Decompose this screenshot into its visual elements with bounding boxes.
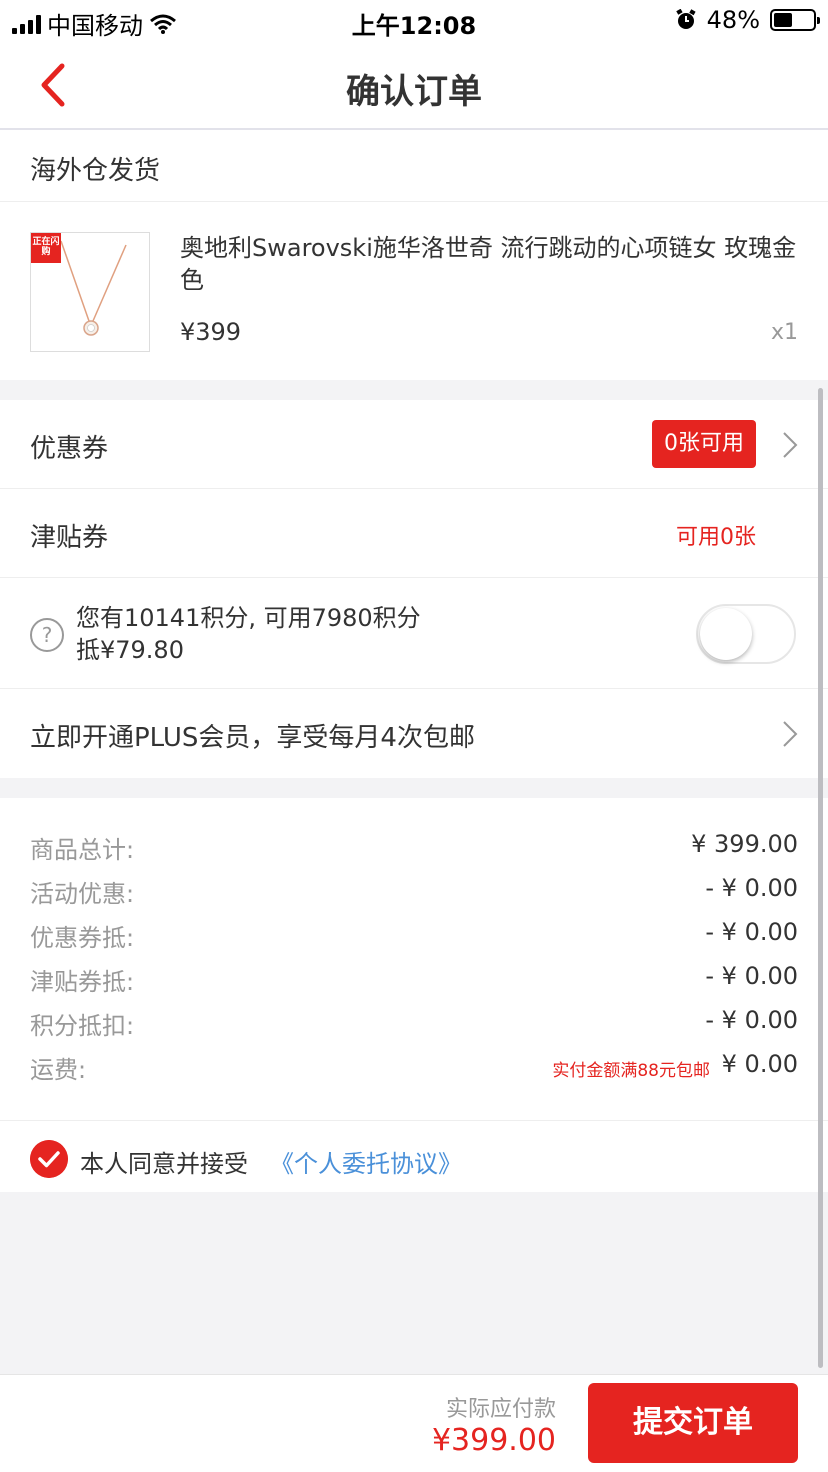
battery-percent: 48%	[706, 6, 760, 34]
product-item[interactable]: 正在闪购 奥地利Swarovski施华洛世奇 流行跳动的心项链女 玫瑰金色 ¥3…	[0, 202, 828, 380]
summary-label: 积分抵扣:	[30, 1012, 135, 1040]
shipping-source-label: 海外仓发货	[30, 156, 161, 186]
summary-row: 活动优惠: - ¥ 0.00	[30, 874, 798, 914]
points-line-1: 您有10141积分, 可用7980积分	[76, 604, 421, 632]
shipping-source: 海外仓发货	[0, 130, 828, 202]
coupon-row[interactable]: 优惠券 0张可用	[0, 400, 828, 489]
plus-membership-row[interactable]: 立即开通PLUS会员，享受每月4次包邮	[0, 689, 828, 778]
points-toggle[interactable]	[696, 604, 796, 664]
page-title: 确认订单	[346, 72, 482, 112]
checkout-bar: 实际应付款 ¥399.00 提交订单	[0, 1374, 828, 1472]
product-price: ¥399	[180, 318, 242, 346]
scrollbar[interactable]	[818, 388, 823, 1368]
discount-section: 优惠券 0张可用 津贴券 可用0张 ? 您有10141积分, 可用7980积分 …	[0, 400, 828, 778]
summary-row: 津贴券抵: - ¥ 0.00	[30, 962, 798, 1002]
summary-label: 运费:	[30, 1056, 87, 1084]
summary-label: 津贴券抵:	[30, 968, 135, 996]
battery-icon	[770, 9, 820, 31]
points-row: ? 您有10141积分, 可用7980积分 抵¥79.80	[0, 578, 828, 689]
summary-value: - ¥ 0.00	[705, 918, 798, 946]
divider	[0, 1120, 828, 1121]
help-icon[interactable]: ?	[30, 618, 64, 652]
flash-sale-badge: 正在闪购	[31, 233, 61, 263]
chevron-right-icon	[783, 721, 798, 747]
agreement-row: 本人同意并接受 《个人委托协议》	[30, 1138, 810, 1178]
summary-label: 优惠券抵:	[30, 924, 135, 952]
subsidy-value: 可用0张	[676, 525, 756, 550]
summary-value: - ¥ 0.00	[705, 874, 798, 902]
pay-label: 实际应付款	[445, 1397, 556, 1422]
shipping-fee-row: 运费: 实付金额满88元包邮 ¥ 0.00	[30, 1050, 798, 1090]
toggle-knob	[700, 608, 752, 660]
submit-order-button[interactable]: 提交订单	[588, 1383, 798, 1463]
product-thumbnail[interactable]: 正在闪购	[30, 232, 150, 352]
free-shipping-note: 实付金额满88元包邮	[552, 1061, 710, 1081]
summary-label: 活动优惠:	[30, 880, 135, 908]
summary-value: - ¥ 0.00	[705, 962, 798, 990]
summary-value: ¥ 399.00	[691, 830, 798, 858]
summary-value: - ¥ 0.00	[705, 1006, 798, 1034]
points-description: 您有10141积分, 可用7980积分 抵¥79.80	[76, 602, 421, 666]
coupon-count-badge: 0张可用	[652, 420, 756, 468]
summary-label: 商品总计:	[30, 836, 135, 864]
checked-icon[interactable]	[30, 1140, 68, 1178]
price-summary: 商品总计: ¥ 399.00 活动优惠: - ¥ 0.00 优惠券抵: - ¥ …	[0, 798, 828, 1192]
status-bar: 中国移动 上午12:08 48%	[0, 0, 828, 40]
points-line-2: 抵¥79.80	[76, 636, 184, 664]
chevron-right-icon	[783, 432, 798, 458]
battery-fill	[774, 13, 793, 27]
summary-row: 商品总计: ¥ 399.00	[30, 830, 798, 870]
agreement-link[interactable]: 《个人委托协议》	[270, 1144, 462, 1179]
subsidy-label: 津贴券	[30, 523, 109, 553]
agreement-text: 本人同意并接受	[80, 1150, 248, 1178]
status-right: 48%	[675, 6, 820, 34]
coupon-label: 优惠券	[30, 434, 109, 464]
navigation-bar: 确认订单	[0, 40, 828, 130]
summary-value: ¥ 0.00	[721, 1050, 798, 1078]
subsidy-row[interactable]: 津贴券 可用0张	[0, 489, 828, 578]
product-quantity: x1	[770, 320, 798, 345]
plus-membership-label: 立即开通PLUS会员，享受每月4次包邮	[30, 723, 475, 753]
alarm-icon	[675, 9, 696, 29]
product-title: 奥地利Swarovski施华洛世奇 流行跳动的心项链女 玫瑰金色	[180, 234, 797, 294]
summary-row: 优惠券抵: - ¥ 0.00	[30, 918, 798, 958]
pay-amount: ¥399.00	[431, 1423, 556, 1458]
summary-row: 积分抵扣: - ¥ 0.00	[30, 1006, 798, 1046]
